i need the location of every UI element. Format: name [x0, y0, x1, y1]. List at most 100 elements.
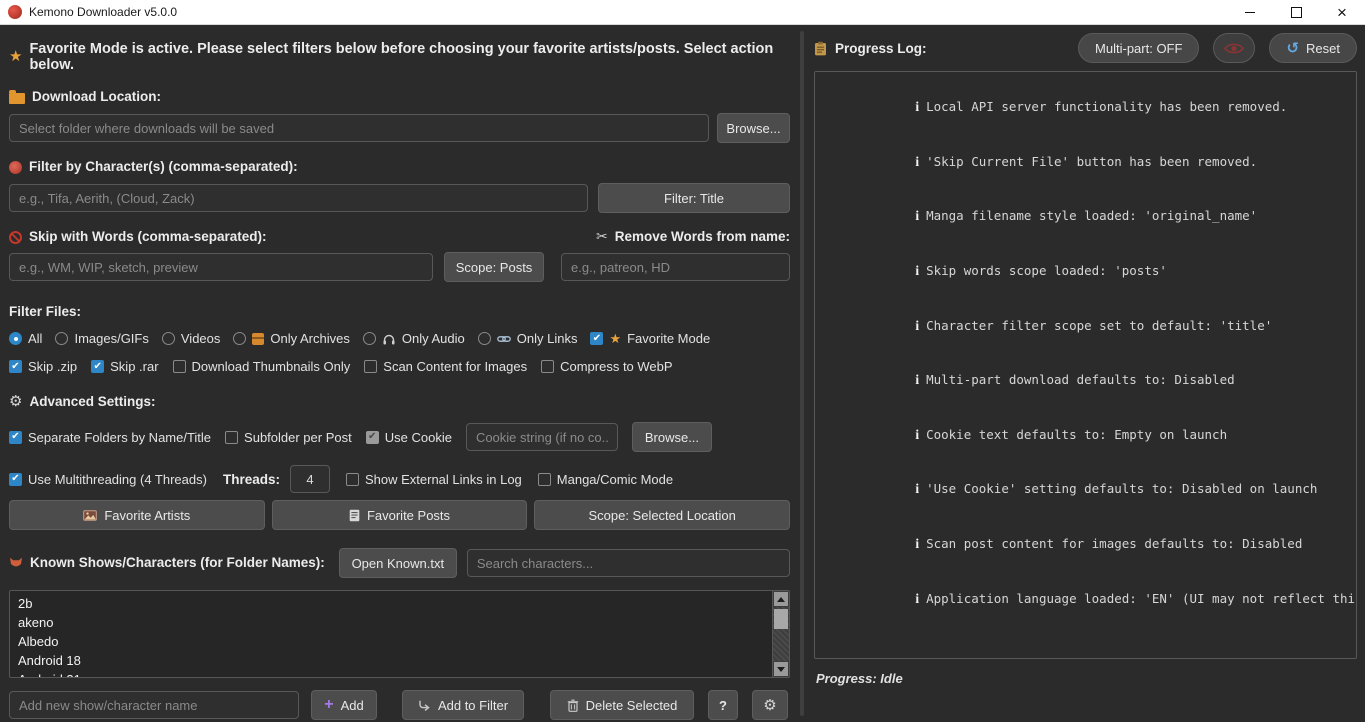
minimize-button[interactable]	[1227, 0, 1273, 24]
log-line-text: Manga filename style loaded: 'original_n…	[926, 208, 1257, 223]
checkbox-icon[interactable]	[91, 360, 104, 373]
arrow-down-icon	[777, 667, 785, 672]
skip-words-input[interactable]	[9, 253, 433, 281]
option-label: Download Thumbnails Only	[192, 359, 351, 374]
checkbox-icon[interactable]	[9, 360, 22, 373]
manga-mode-checkbox[interactable]: Manga/Comic Mode	[538, 472, 673, 487]
compress-webp-checkbox[interactable]: Compress to WebP	[541, 359, 672, 374]
scrollbar-thumb[interactable]	[774, 609, 788, 629]
radio-only-archives[interactable]: Only Archives	[233, 331, 349, 346]
checkbox-icon[interactable]	[538, 473, 551, 486]
browse-button[interactable]: Browse...	[717, 113, 790, 143]
log-line: Multi-part download defaults to: Disable…	[825, 353, 1346, 408]
option-label: Images/GIFs	[74, 331, 148, 346]
remove-words-input[interactable]	[561, 253, 790, 281]
radio-icon[interactable]	[9, 332, 22, 345]
skip-zip-checkbox[interactable]: Skip .zip	[9, 359, 77, 374]
threads-label: Threads:	[223, 472, 280, 487]
scroll-down-button[interactable]	[774, 662, 788, 676]
checkbox-icon[interactable]	[541, 360, 554, 373]
help-button[interactable]: ?	[708, 690, 738, 720]
radio-only-audio[interactable]: Only Audio	[363, 331, 465, 346]
use-cookie-checkbox[interactable]: Use Cookie	[366, 430, 452, 445]
remove-words-label: Remove Words from name:	[596, 229, 790, 245]
log-line: Scan post content for images defaults to…	[825, 517, 1346, 572]
radio-icon[interactable]	[363, 332, 376, 345]
list-item[interactable]: akeno	[10, 613, 789, 632]
radio-videos[interactable]: Videos	[162, 331, 221, 346]
maximize-button[interactable]	[1273, 0, 1319, 24]
button-label: Add	[341, 698, 364, 713]
log-line-text: Local API server functionality has been …	[926, 99, 1287, 114]
headphones-icon	[382, 333, 396, 345]
favorite-artists-button[interactable]: Favorite Artists	[9, 500, 265, 530]
list-items: 2b akeno Albedo Android 18 Android 21	[10, 591, 789, 678]
use-multithreading-checkbox[interactable]: Use Multithreading (4 Threads)	[9, 472, 207, 487]
subfolder-per-post-checkbox[interactable]: Subfolder per Post	[225, 430, 352, 445]
scan-content-checkbox[interactable]: Scan Content for Images	[364, 359, 527, 374]
favorite-mode-banner: Favorite Mode is active. Please select f…	[9, 41, 790, 73]
close-button[interactable]	[1319, 0, 1365, 24]
reset-button[interactable]: Reset	[1269, 33, 1357, 63]
list-item[interactable]: 2b	[10, 594, 789, 613]
log-line-text: 'Use Cookie' setting defaults to: Disabl…	[926, 481, 1317, 496]
radio-images-gifs[interactable]: Images/GIFs	[55, 331, 148, 346]
character-search-input[interactable]	[467, 549, 790, 577]
radio-icon[interactable]	[55, 332, 68, 345]
delete-selected-button[interactable]: Delete Selected	[550, 690, 694, 720]
download-thumbnails-checkbox[interactable]: Download Thumbnails Only	[173, 359, 351, 374]
list-item[interactable]: Android 18	[10, 651, 789, 670]
scope-location-button[interactable]: Scope: Selected Location	[534, 500, 790, 530]
multipart-toggle-button[interactable]: Multi-part: OFF	[1078, 33, 1199, 63]
checkbox-icon[interactable]	[364, 360, 377, 373]
log-line: Character filter scope set to default: '…	[825, 298, 1346, 353]
skip-rar-checkbox[interactable]: Skip .rar	[91, 359, 158, 374]
checkbox-icon[interactable]	[9, 473, 22, 486]
radio-icon[interactable]	[478, 332, 491, 345]
scrollbar-track[interactable]	[773, 607, 789, 661]
cookie-input[interactable]	[466, 423, 618, 451]
arrow-curve-icon	[418, 700, 431, 711]
titlebar: Kemono Downloader v5.0.0	[0, 0, 1365, 25]
radio-icon[interactable]	[233, 332, 246, 345]
log-line: 'Use Cookie' setting defaults to: Disabl…	[825, 462, 1346, 517]
maximize-icon	[1291, 7, 1302, 18]
panel-splitter[interactable]	[800, 31, 804, 716]
list-item[interactable]: Android 21	[10, 670, 789, 678]
eye-toggle-button[interactable]	[1213, 33, 1255, 63]
add-to-filter-button[interactable]: Add to Filter	[402, 690, 524, 720]
checkbox-icon[interactable]	[366, 431, 379, 444]
radio-only-links[interactable]: Only Links	[478, 331, 578, 346]
option-label: Separate Folders by Name/Title	[28, 430, 211, 445]
checkbox-icon[interactable]	[173, 360, 186, 373]
radio-all[interactable]: All	[9, 331, 42, 346]
download-location-input[interactable]	[9, 114, 709, 142]
filter-scope-button[interactable]: Filter: Title	[598, 183, 790, 213]
threads-input[interactable]	[290, 465, 330, 493]
separate-folders-checkbox[interactable]: Separate Folders by Name/Title	[9, 430, 211, 445]
show-external-links-checkbox[interactable]: Show External Links in Log	[346, 472, 522, 487]
favorite-posts-button[interactable]: Favorite Posts	[272, 500, 528, 530]
checkbox-icon[interactable]	[346, 473, 359, 486]
scroll-up-button[interactable]	[774, 592, 788, 606]
checkbox-icon[interactable]	[9, 431, 22, 444]
checkbox-icon[interactable]	[225, 431, 238, 444]
log-line-icon	[915, 262, 919, 280]
add-button[interactable]: Add	[311, 690, 377, 720]
option-label: Skip .rar	[110, 359, 158, 374]
open-known-button[interactable]: Open Known.txt	[339, 548, 457, 578]
list-scrollbar[interactable]	[772, 591, 789, 677]
document-icon	[349, 509, 360, 522]
favorite-mode-checkbox[interactable]: Favorite Mode	[590, 331, 710, 346]
radio-icon[interactable]	[162, 332, 175, 345]
settings-button[interactable]	[752, 690, 788, 720]
skip-scope-button[interactable]: Scope: Posts	[444, 252, 544, 282]
known-shows-label: Known Shows/Characters (for Folder Names…	[9, 555, 325, 571]
character-filter-label: Filter by Character(s) (comma-separated)…	[9, 159, 790, 175]
add-character-input[interactable]	[9, 691, 299, 719]
character-filter-input[interactable]	[9, 184, 588, 212]
cookie-browse-button[interactable]: Browse...	[632, 422, 712, 452]
filter-files-label: Filter Files:	[9, 304, 790, 320]
list-item[interactable]: Albedo	[10, 632, 789, 651]
checkbox-icon[interactable]	[590, 332, 603, 345]
